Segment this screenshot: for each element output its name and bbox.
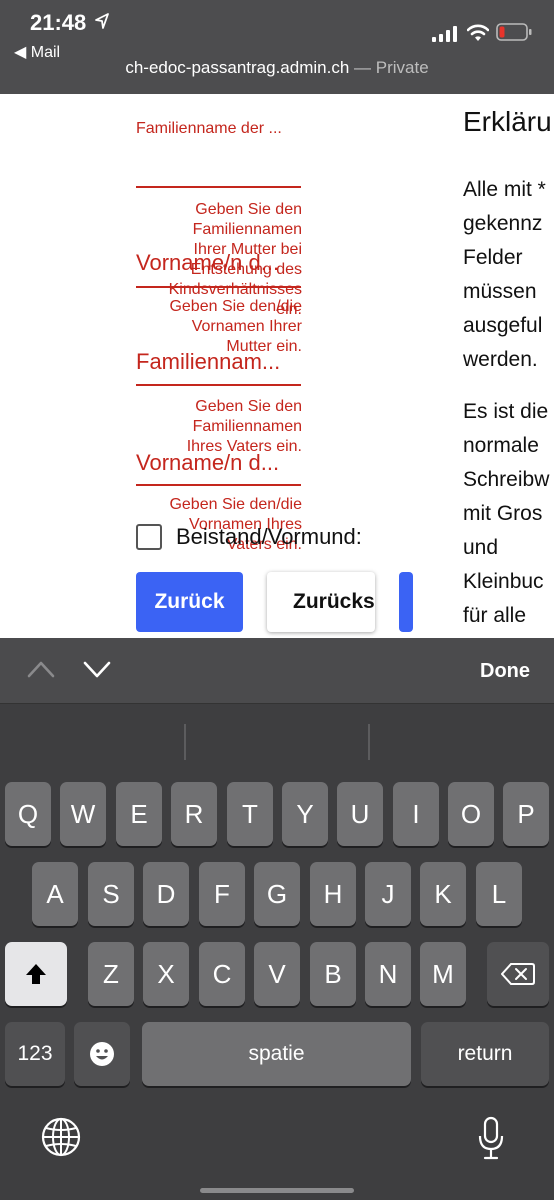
- key-n[interactable]: N: [365, 942, 411, 1006]
- back-button[interactable]: Zurück: [136, 572, 243, 632]
- key-u[interactable]: U: [337, 782, 383, 846]
- clock: 21:48: [30, 10, 87, 35]
- mother-surname-label: Familienname der ...: [136, 120, 282, 137]
- key-g[interactable]: G: [254, 862, 300, 926]
- suggestion-divider: [184, 724, 186, 760]
- key-l[interactable]: L: [476, 862, 522, 926]
- key-f[interactable]: F: [199, 862, 245, 926]
- numbers-key[interactable]: 123: [5, 1022, 65, 1086]
- declaration-panel: Erkläru Alle mit * gekennz Felder müssen…: [463, 94, 554, 638]
- declaration-text-line: ausgeful: [463, 314, 543, 337]
- done-button[interactable]: Done: [480, 660, 530, 683]
- web-content: Familienname der ... Geben Sie den Famil…: [0, 94, 554, 638]
- key-i[interactable]: I: [393, 782, 439, 846]
- father-firstname-input[interactable]: [136, 484, 301, 486]
- declaration-text-line: für alle: [463, 604, 527, 627]
- cellular-signal-icon: [432, 26, 457, 42]
- globe-icon[interactable]: [40, 1116, 82, 1158]
- declaration-text-line: Es ist die: [463, 400, 549, 423]
- key-a[interactable]: A: [32, 862, 78, 926]
- return-key[interactable]: return: [421, 1022, 549, 1086]
- key-h[interactable]: H: [310, 862, 356, 926]
- url-domain: ch-edoc-passantrag.admin.ch: [125, 58, 350, 77]
- declaration-text-line: werden.: [463, 348, 538, 371]
- emoji-key[interactable]: [74, 1022, 130, 1086]
- key-e[interactable]: E: [116, 782, 162, 846]
- backspace-icon: [501, 963, 535, 985]
- key-j[interactable]: J: [365, 862, 411, 926]
- backspace-key[interactable]: [487, 942, 549, 1006]
- space-key[interactable]: spatie: [142, 1022, 411, 1086]
- on-screen-keyboard: Q W E R T Y U I O P A S D F G H J K L Z …: [0, 704, 554, 1200]
- declaration-title: Erkläru: [463, 106, 552, 137]
- father-surname-label: Familiennam...: [136, 349, 281, 374]
- key-c[interactable]: C: [199, 942, 245, 1006]
- declaration-text-line: Felder: [463, 246, 523, 269]
- private-mode-label: — Private: [349, 58, 429, 77]
- suggestion-divider: [368, 724, 370, 760]
- wifi-icon: [467, 24, 489, 41]
- mother-firstname-label: Vorname/n d...: [136, 250, 280, 275]
- declaration-text-line: Alle mit *: [463, 178, 546, 201]
- father-surname-error: Geben Sie den Familiennamen Ihres Vaters…: [186, 398, 302, 455]
- home-indicator: [200, 1188, 354, 1193]
- location-arrow-icon: [95, 13, 109, 29]
- guardian-checkbox[interactable]: [136, 524, 162, 550]
- key-k[interactable]: K: [420, 862, 466, 926]
- key-r[interactable]: R: [171, 782, 217, 846]
- key-t[interactable]: T: [227, 782, 273, 846]
- reset-button[interactable]: Zurücks: [267, 572, 375, 632]
- key-x[interactable]: X: [143, 942, 189, 1006]
- key-m[interactable]: M: [420, 942, 466, 1006]
- key-w[interactable]: W: [60, 782, 106, 846]
- declaration-text-line: Schreibw: [463, 468, 550, 491]
- key-y[interactable]: Y: [282, 782, 328, 846]
- father-firstname-label: Vorname/n d...: [136, 450, 280, 475]
- key-z[interactable]: Z: [88, 942, 134, 1006]
- next-button[interactable]: [399, 572, 413, 632]
- declaration-text-line: müssen: [463, 280, 537, 303]
- key-p[interactable]: P: [503, 782, 549, 846]
- shift-key[interactable]: [5, 942, 67, 1006]
- keyboard-accessory-bar: Done: [0, 638, 554, 704]
- declaration-text-line: normale: [463, 434, 539, 457]
- next-field-chevron-down-icon[interactable]: [82, 658, 112, 680]
- key-d[interactable]: D: [143, 862, 189, 926]
- key-s[interactable]: S: [88, 862, 134, 926]
- declaration-text-line: und: [463, 536, 499, 559]
- key-b[interactable]: B: [310, 942, 356, 1006]
- mother-surname-input[interactable]: [136, 186, 301, 188]
- declaration-text-line: Kleinbuc: [463, 570, 544, 593]
- declaration-text-line: gekennz: [463, 212, 543, 235]
- key-v[interactable]: V: [254, 942, 300, 1006]
- mother-firstname-input[interactable]: [136, 286, 301, 288]
- status-and-url-bar: 21:48 ◀ Mail ch-edoc-passantrag.admin.ch…: [0, 0, 554, 94]
- key-q[interactable]: Q: [5, 782, 51, 846]
- previous-field-chevron-up-icon[interactable]: [26, 658, 56, 680]
- mother-firstname-error: Geben Sie den/die Vornamen Ihrer Mutter …: [169, 298, 302, 355]
- microphone-icon[interactable]: [478, 1116, 504, 1160]
- father-surname-input[interactable]: [136, 384, 301, 386]
- guardian-label: Beistand/Vormund:: [176, 524, 362, 549]
- emoji-smiley-icon: [90, 1042, 114, 1066]
- shift-arrow-icon: [26, 964, 46, 984]
- declaration-text-line: mit Gros: [463, 502, 543, 525]
- battery-low-icon: [496, 23, 532, 41]
- address-bar[interactable]: ch-edoc-passantrag.admin.ch — Private: [0, 58, 554, 78]
- key-o[interactable]: O: [448, 782, 494, 846]
